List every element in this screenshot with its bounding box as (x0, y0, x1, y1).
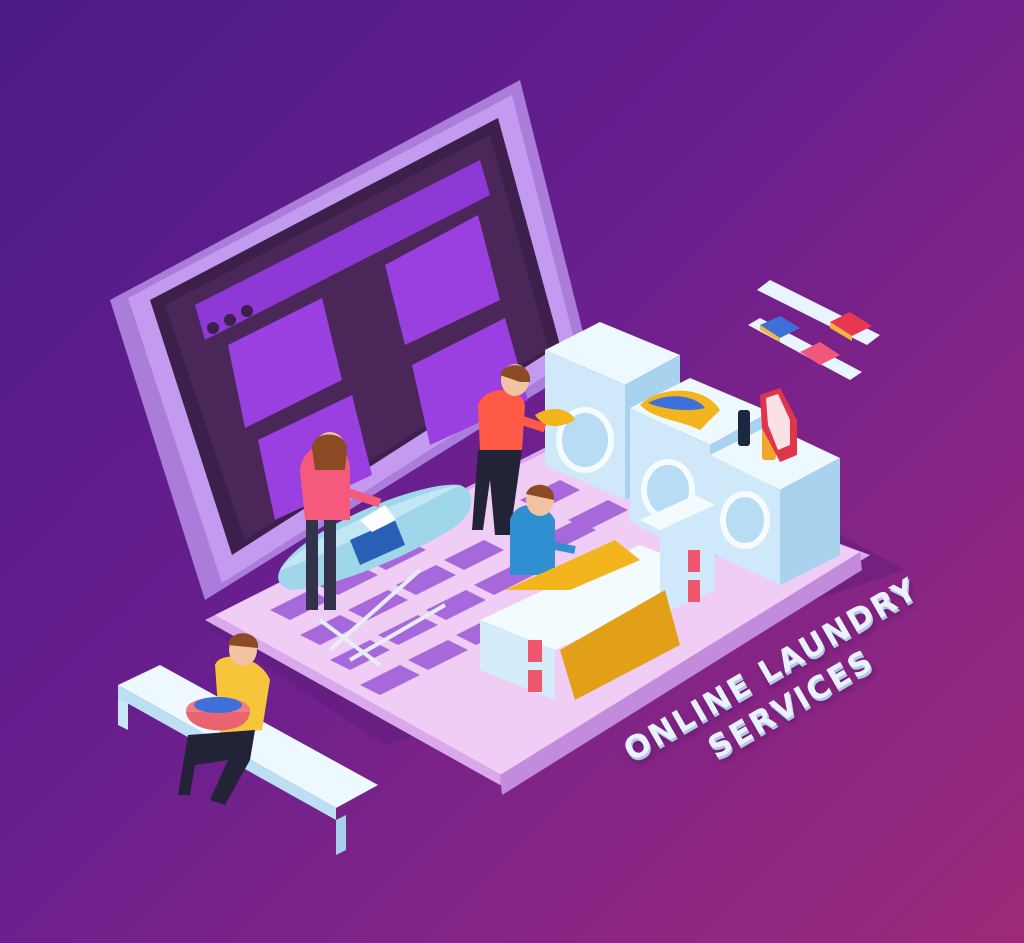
laundry-illustration: ONLINE LAUNDRY SERVICES (0, 0, 1024, 943)
scene-artwork (110, 80, 905, 855)
shelf-icon (748, 280, 880, 380)
